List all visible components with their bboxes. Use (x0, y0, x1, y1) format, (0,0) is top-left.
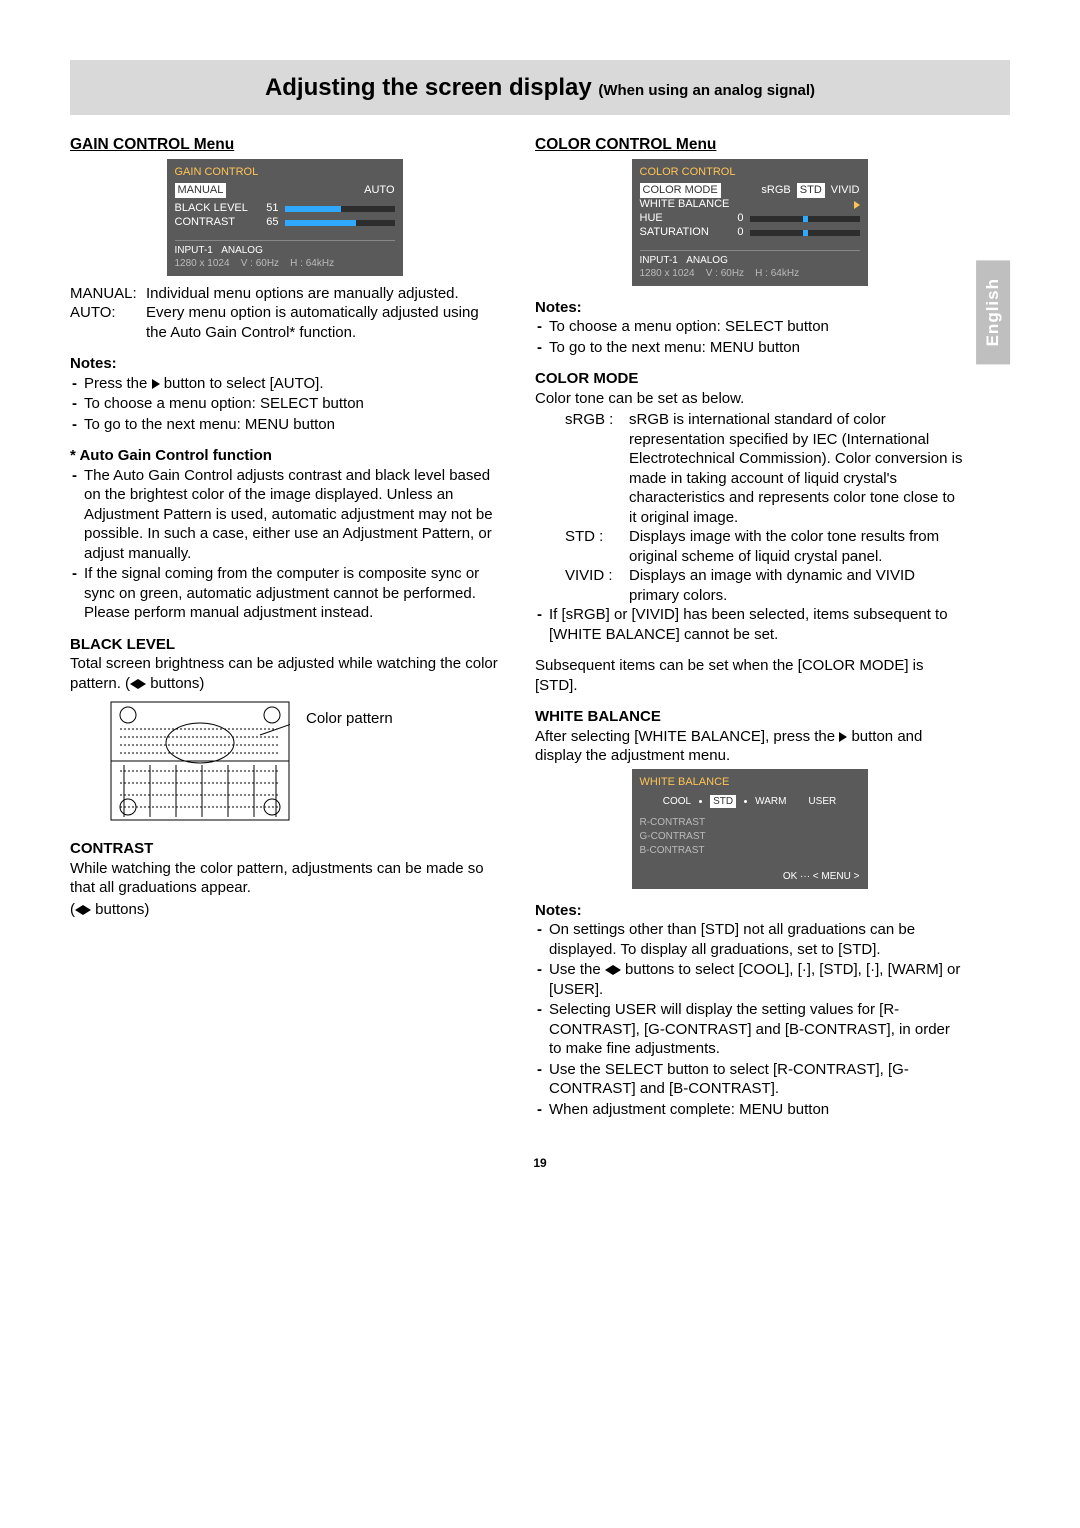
gain-notes-list: Press the button to select [AUTO]. To ch… (70, 374, 499, 435)
list-item: Press the button to select [AUTO]. (72, 374, 499, 394)
left-column: GAIN CONTROL Menu GAIN CONTROL MANUAL AU… (70, 135, 499, 921)
color-mode-intro: Color tone can be set as below. (535, 389, 964, 409)
osd-title: COLOR CONTROL (640, 165, 860, 179)
black-level-heading: BLACK LEVEL (70, 635, 499, 655)
gain-control-osd: GAIN CONTROL MANUAL AUTO BLACK LEVEL 51 … (167, 159, 403, 275)
osd-row-label: BLACK LEVEL (175, 201, 255, 215)
osd-row-value: 0 (726, 211, 744, 225)
osd-row-label: SATURATION (640, 225, 720, 239)
dot-icon (744, 800, 747, 803)
agc-heading: * Auto Gain Control function (70, 446, 499, 466)
color-pattern-diagram (110, 701, 290, 821)
notes-heading: Notes: (535, 298, 964, 318)
osd-row-value: 0 (726, 225, 744, 239)
page-title-main: Adjusting the screen display (265, 74, 598, 101)
white-balance-text: After selecting [WHITE BALANCE], press t… (535, 727, 964, 766)
left-arrow-icon (130, 679, 138, 689)
list-item: Selecting USER will display the setting … (537, 1000, 964, 1059)
right-arrow-icon (138, 679, 146, 689)
color-pattern-label: Color pattern (306, 695, 393, 729)
list-item: To go to the next menu: MENU button (72, 415, 499, 435)
osd-foot-ok: OK ··· < MENU > (640, 868, 860, 889)
osd-title: GAIN CONTROL (175, 165, 395, 179)
white-balance-osd: WHITE BALANCE COOL STD WARM USER R-CONTR… (632, 769, 868, 889)
list-item: When adjustment complete: MENU button (537, 1100, 964, 1120)
srgb-definition: sRGB : sRGB is international standard of… (565, 410, 964, 527)
gain-control-heading: GAIN CONTROL Menu (70, 135, 499, 155)
osd-row-bar (750, 230, 860, 236)
wb-notes-list: On settings other than [STD] not all gra… (535, 920, 964, 1119)
list-item: Use the buttons to select [COOL], [·], [… (537, 960, 964, 999)
list-item: Use the SELECT button to select [R-CONTR… (537, 1060, 964, 1099)
list-item: If the signal coming from the computer i… (72, 564, 499, 623)
osd-foot-analog: ANALOG (221, 245, 263, 256)
list-item: To choose a menu option: SELECT button (537, 317, 964, 337)
page-title-sub: (When using an analog signal) (598, 82, 815, 99)
black-level-text: Total screen brightness can be adjusted … (70, 654, 499, 693)
page-number: 19 (70, 1156, 1010, 1172)
list-item: On settings other than [STD] not all gra… (537, 920, 964, 959)
left-arrow-icon (605, 965, 613, 975)
osd-row-bar (750, 216, 860, 222)
osd-row-value: 51 (261, 201, 279, 215)
subsequent-text: Subsequent items can be set when the [CO… (535, 656, 964, 695)
language-tab: English (976, 260, 1010, 364)
osd-row-label: COLOR MODE (640, 183, 721, 197)
right-column: COLOR CONTROL Menu COLOR CONTROL COLOR M… (535, 135, 964, 1120)
auto-definition: AUTO: Every menu option is automatically… (70, 303, 499, 342)
left-arrow-icon (75, 905, 83, 915)
osd-title: WHITE BALANCE (640, 775, 860, 789)
osd-row-label: HUE (640, 211, 720, 225)
right-arrow-icon (854, 201, 860, 209)
color-notes-list: To choose a menu option: SELECT button T… (535, 317, 964, 357)
std-definition: STD : Displays image with the color tone… (565, 527, 964, 566)
color-control-heading: COLOR CONTROL Menu (535, 135, 964, 155)
vivid-definition: VIVID : Displays an image with dynamic a… (565, 566, 964, 605)
white-balance-heading: WHITE BALANCE (535, 707, 964, 727)
list-item: If [sRGB] or [VIVID] has been selected, … (537, 605, 964, 644)
list-item: To go to the next menu: MENU button (537, 338, 964, 358)
osd-row-value: 65 (261, 215, 279, 229)
contrast-buttons-text: ( buttons) (70, 900, 499, 920)
dot-icon (699, 800, 702, 803)
osd-manual-option: MANUAL (175, 183, 227, 197)
contrast-heading: CONTRAST (70, 839, 499, 859)
notes-heading: Notes: (535, 901, 964, 921)
list-item: The Auto Gain Control adjusts contrast a… (72, 466, 499, 564)
manual-definition: MANUAL: Individual menu options are manu… (70, 284, 499, 304)
contrast-text: While watching the color pattern, adjust… (70, 859, 499, 898)
osd-auto-option: AUTO (364, 183, 394, 197)
right-arrow-icon (83, 905, 91, 915)
color-control-osd: COLOR CONTROL COLOR MODE sRGB STD VIVID … (632, 159, 868, 285)
notes-heading: Notes: (70, 354, 499, 374)
osd-foot-input: INPUT-1 (175, 245, 213, 256)
osd-row-bar (285, 220, 395, 226)
osd-row-bar (285, 206, 395, 212)
osd-row-label: CONTRAST (175, 215, 255, 229)
color-mode-heading: COLOR MODE (535, 369, 964, 389)
list-item: To choose a menu option: SELECT button (72, 394, 499, 414)
agc-list: The Auto Gain Control adjusts contrast a… (70, 466, 499, 623)
page-title-bar: Adjusting the screen display (When using… (70, 60, 1010, 115)
osd-row-label: WHITE BALANCE (640, 197, 730, 211)
right-arrow-icon (613, 965, 621, 975)
right-arrow-icon (152, 379, 160, 389)
color-mode-note-list: If [sRGB] or [VIVID] has been selected, … (535, 605, 964, 644)
